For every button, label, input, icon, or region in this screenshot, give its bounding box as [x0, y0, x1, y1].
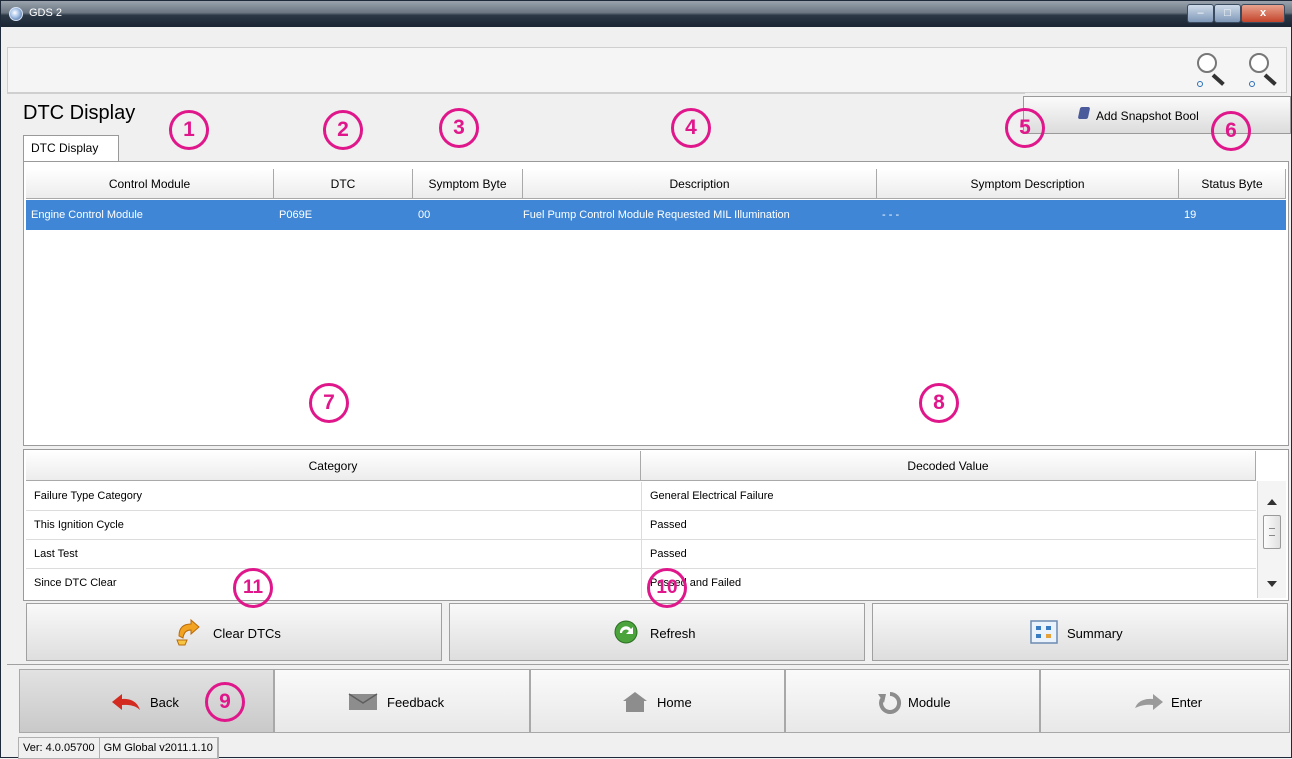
column-header-dtc[interactable]: DTC [274, 169, 413, 199]
feedback-button[interactable]: Feedback [274, 669, 530, 733]
clear-dtcs-button[interactable]: Clear DTCs [26, 603, 442, 661]
enter-label: Enter [1171, 695, 1203, 710]
database-text: GM Global v2011.1.10 [100, 738, 218, 758]
cell-category: Last Test [34, 548, 78, 560]
zoom-out-icon[interactable] [1245, 51, 1281, 91]
cell-category: Since DTC Clear [34, 577, 117, 589]
cell-control-module: Engine Control Module [31, 209, 143, 221]
tab-dtc-display[interactable]: DTC Display [23, 135, 119, 161]
summary-icon [1030, 620, 1058, 644]
cell-category: This Ignition Cycle [34, 519, 124, 531]
cell-category: Failure Type Category [34, 490, 143, 502]
cell-symptom-description: - - - [882, 209, 900, 221]
clear-dtcs-label: Clear DTCs [213, 626, 281, 641]
scroll-down-icon[interactable] [1267, 581, 1277, 587]
app-icon [9, 7, 23, 21]
cell-description: Fuel Pump Control Module Requested MIL I… [523, 209, 790, 221]
close-button[interactable]: x [1241, 4, 1285, 23]
page-title: DTC Display [23, 102, 136, 124]
snapshot-button-label: Add Snapshot Bookmark [1096, 109, 1198, 123]
bookmark-icon [1077, 107, 1091, 119]
column-header-control-module[interactable]: Control Module [26, 169, 274, 199]
refresh-icon [614, 620, 638, 644]
table-row[interactable]: This Ignition Cycle Passed [26, 511, 1256, 540]
cell-symptom-byte: 00 [418, 209, 431, 221]
column-header-symptom-byte[interactable]: Symptom Byte [413, 169, 523, 199]
module-icon [878, 691, 902, 714]
application-window: GDS 2 – □ x DTC Display Add Snapshot Boo… [0, 0, 1292, 759]
summary-button[interactable]: Summary [872, 603, 1288, 661]
callout-1: 1 [169, 110, 209, 150]
feedback-label: Feedback [387, 695, 445, 710]
home-icon [623, 692, 647, 712]
callout-9: 9 [205, 682, 245, 722]
back-arrow-icon [112, 694, 140, 710]
enter-arrow-icon [1135, 694, 1163, 710]
callout-7: 7 [309, 383, 349, 423]
table-row[interactable]: Failure Type Category General Electrical… [26, 482, 1256, 511]
callout-8: 8 [919, 383, 959, 423]
cell-decoded-value: General Electrical Failure [650, 490, 774, 502]
callout-5: 5 [1005, 108, 1045, 148]
cell-decoded-value: Passed [650, 548, 687, 560]
minimize-button[interactable]: – [1187, 4, 1214, 23]
divider [7, 664, 1289, 665]
callout-11: 11 [233, 568, 273, 608]
callout-4: 4 [671, 108, 711, 148]
maximize-button[interactable]: □ [1214, 4, 1241, 23]
title-bar[interactable]: GDS 2 – □ x [1, 1, 1292, 27]
scroll-up-icon[interactable] [1267, 499, 1277, 505]
column-header-description[interactable]: Description [523, 169, 877, 199]
callout-10: 10 [647, 568, 687, 608]
column-header-symptom-description[interactable]: Symptom Description [877, 169, 1179, 199]
column-header-decoded-value[interactable]: Decoded Value [641, 451, 1256, 481]
refresh-button[interactable]: Refresh [449, 603, 865, 661]
enter-button[interactable]: Enter [1040, 669, 1290, 733]
version-text: Ver: 4.0.05700 [19, 738, 100, 758]
cell-status-byte: 19 [1184, 209, 1197, 221]
callout-6: 6 [1211, 111, 1251, 151]
cell-decoded-value: Passed [650, 519, 687, 531]
summary-label: Summary [1067, 626, 1123, 641]
home-label: Home [657, 695, 692, 710]
module-label: Module [908, 695, 951, 710]
cell-decoded-value: Passed and Failed [650, 577, 742, 589]
back-label: Back [150, 695, 179, 710]
top-toolbar [7, 47, 1287, 93]
zoom-in-icon[interactable] [1193, 51, 1229, 91]
feedback-icon [348, 693, 378, 710]
home-button[interactable]: Home [530, 669, 785, 733]
callout-3: 3 [439, 108, 479, 148]
refresh-label: Refresh [650, 626, 696, 641]
clear-dtc-icon [176, 618, 200, 646]
callout-2: 2 [323, 110, 363, 150]
window-title: GDS 2 [29, 7, 63, 19]
table-row[interactable]: Since DTC Clear Passed and Failed [26, 569, 1256, 598]
cell-dtc: P069E [279, 209, 313, 221]
module-button[interactable]: Module [785, 669, 1040, 733]
status-bar: Ver: 4.0.05700 GM Global v2011.1.10 [18, 737, 219, 759]
scroll-thumb[interactable] [1263, 515, 1281, 549]
table-row[interactable]: Last Test Passed [26, 540, 1256, 569]
column-header-status-byte[interactable]: Status Byte [1179, 169, 1286, 199]
column-header-category[interactable]: Category [26, 451, 641, 481]
vertical-scrollbar[interactable] [1257, 481, 1286, 598]
header-divider [7, 93, 1025, 94]
